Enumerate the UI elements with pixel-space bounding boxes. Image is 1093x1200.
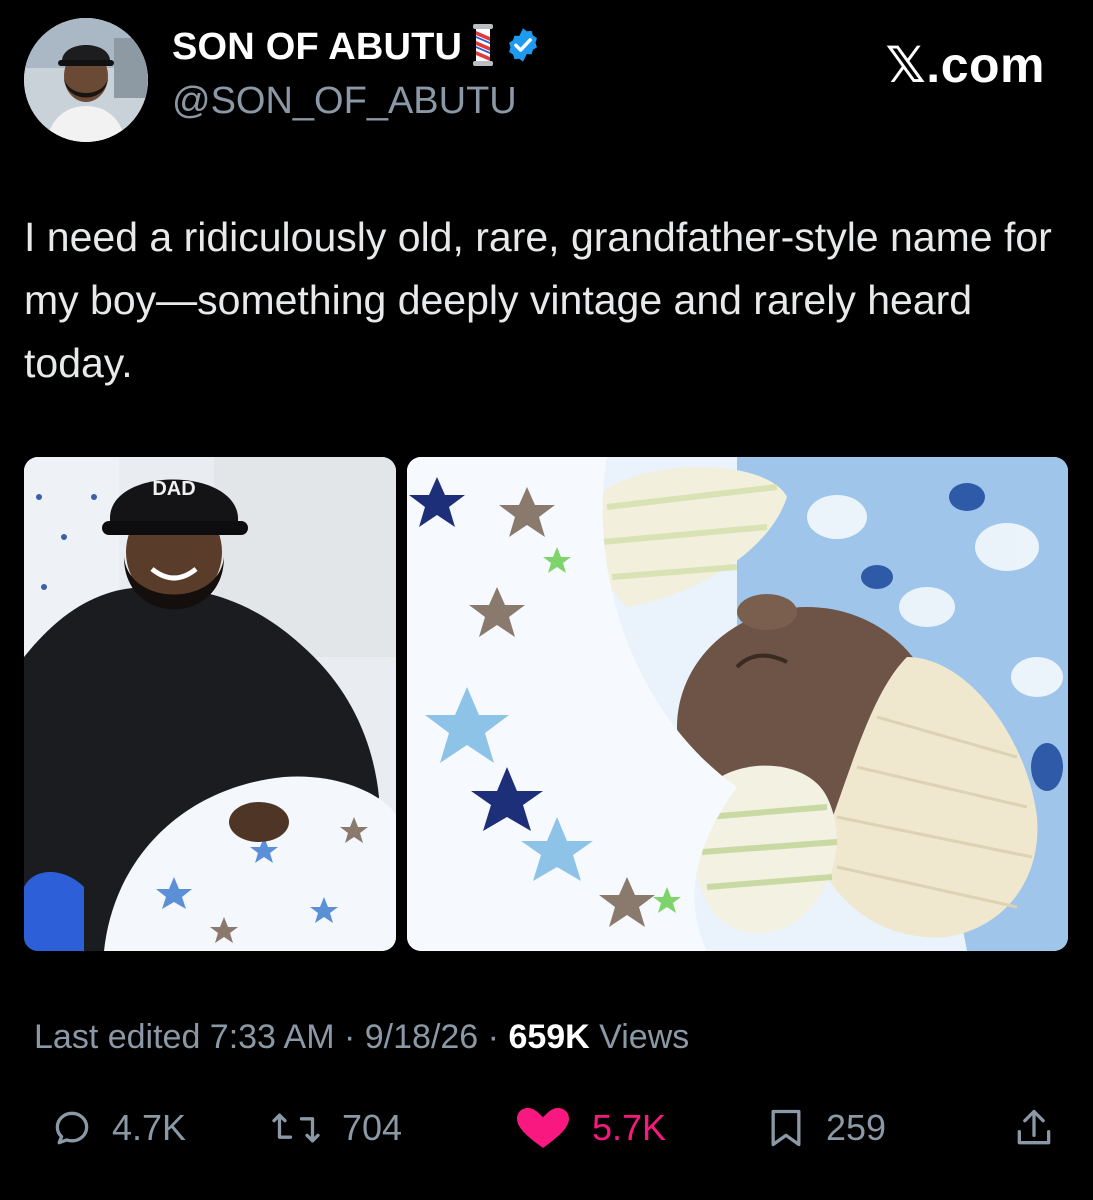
views-label: Views	[589, 1018, 690, 1056]
avatar[interactable]	[24, 18, 148, 142]
photo-newborn[interactable]	[407, 457, 1068, 951]
barber-pole-icon	[470, 24, 496, 71]
handle[interactable]: @SON_OF_ABUTU	[172, 80, 517, 123]
photo-father[interactable]: DAD	[24, 457, 396, 951]
like-count: 5.7K	[592, 1107, 667, 1148]
tweet-meta: Last edited 7:33 AM · 9/18/26 · 659K Vie…	[34, 1018, 689, 1057]
like-button[interactable]: 5.7K	[512, 1106, 666, 1150]
post-date[interactable]: 9/18/26	[365, 1018, 478, 1056]
photo-father-image: DAD	[24, 457, 396, 951]
name-row: SON OF ABUTU	[172, 24, 542, 71]
brand-logo: 𝕏.com	[885, 37, 1045, 93]
avatar-image	[24, 18, 148, 142]
photo-newborn-image	[407, 457, 1068, 951]
meta-separator: ·	[478, 1018, 509, 1056]
action-bar: 4.7K 704 5.7K 259	[0, 1098, 1093, 1168]
repost-icon	[268, 1106, 324, 1150]
tweet-text: I need a ridiculously old, rare, grandfa…	[24, 214, 1052, 386]
bookmark-button[interactable]: 259	[764, 1106, 886, 1150]
heart-icon	[512, 1106, 574, 1150]
repost-count: 704	[342, 1107, 403, 1148]
share-button[interactable]	[1012, 1106, 1056, 1150]
bookmark-icon	[764, 1106, 808, 1150]
meta-separator: ·	[334, 1018, 365, 1056]
display-name[interactable]: SON OF ABUTU	[172, 26, 462, 69]
reply-button[interactable]: 4.7K	[50, 1106, 186, 1150]
verified-badge-icon	[504, 26, 542, 69]
reply-icon	[50, 1106, 94, 1150]
reply-count: 4.7K	[112, 1107, 187, 1148]
repost-button[interactable]: 704	[268, 1106, 402, 1150]
share-icon	[1012, 1106, 1056, 1150]
edited-timestamp[interactable]: Last edited 7:33 AM	[34, 1018, 335, 1056]
tweet-header: SON OF ABUTU @SON_OF_ABUTU 𝕏.com	[24, 18, 1069, 142]
bookmark-count: 259	[826, 1107, 887, 1148]
cap-text: DAD	[152, 478, 195, 500]
views-count: 659K	[508, 1018, 590, 1056]
